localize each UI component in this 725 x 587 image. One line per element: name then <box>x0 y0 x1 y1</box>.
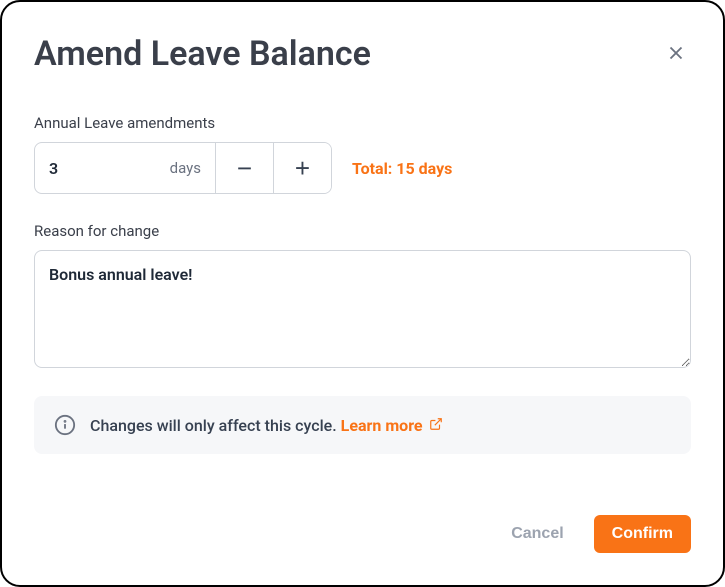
close-button[interactable] <box>661 38 691 71</box>
amendment-label: Annual Leave amendments <box>34 114 691 132</box>
learn-more-link[interactable]: Learn more <box>341 416 443 435</box>
amend-leave-modal: Amend Leave Balance Annual Leave amendme… <box>0 0 725 587</box>
info-text-wrap: Changes will only affect this cycle. Lea… <box>90 416 443 435</box>
plus-icon: + <box>295 153 310 184</box>
modal-footer: Cancel Confirm <box>34 485 691 553</box>
total-days-label: Total: 15 days <box>352 159 452 178</box>
close-icon <box>665 42 687 67</box>
amendment-unit: days <box>170 159 201 177</box>
quantity-stepper: days − + <box>34 142 332 194</box>
info-icon <box>54 414 76 436</box>
cancel-button[interactable]: Cancel <box>497 515 577 553</box>
amendment-value-input[interactable] <box>49 159 109 178</box>
modal-header: Amend Leave Balance <box>34 34 691 74</box>
external-link-icon <box>429 416 443 435</box>
info-box: Changes will only affect this cycle. Lea… <box>34 396 691 454</box>
reason-section: Reason for change Bonus annual leave! <box>34 222 691 372</box>
amendment-section: Annual Leave amendments days − + Total: … <box>34 114 691 222</box>
increment-button[interactable]: + <box>273 143 331 193</box>
confirm-button[interactable]: Confirm <box>594 515 691 553</box>
modal-title: Amend Leave Balance <box>34 34 371 74</box>
reason-label: Reason for change <box>34 222 691 240</box>
decrement-button[interactable]: − <box>215 143 273 193</box>
learn-more-label: Learn more <box>341 416 423 435</box>
reason-textarea[interactable]: Bonus annual leave! <box>34 250 691 368</box>
stepper-input-wrap: days <box>35 143 215 193</box>
minus-icon: − <box>237 153 252 184</box>
info-text: Changes will only affect this cycle. <box>90 416 341 435</box>
amendment-row: days − + Total: 15 days <box>34 142 691 194</box>
